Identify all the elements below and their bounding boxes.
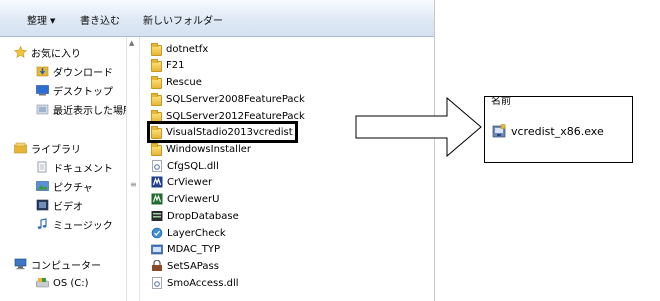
file-list: dotnetfx F21 Rescue SQLServer2008Feature… <box>139 37 434 301</box>
list-item-f21[interactable]: F21 <box>151 57 184 73</box>
command-bar: 整理 ▼ 書き込む 新しいフォルダー <box>0 0 434 37</box>
nav-libraries[interactable]: ライブラリ <box>14 140 81 156</box>
file-name: vcredist_x86.exe <box>511 124 604 138</box>
new-folder-label: 新しいフォルダー <box>143 16 223 27</box>
burn-label: 書き込む <box>80 16 120 27</box>
video-icon <box>36 199 49 211</box>
nav-libraries-label: ライブラリ <box>31 144 81 156</box>
dll-icon <box>151 277 163 289</box>
folder-icon <box>151 58 162 72</box>
list-item-rescue[interactable]: Rescue <box>151 74 202 90</box>
name-column-header[interactable]: 名前 <box>491 97 511 107</box>
downloads-folder-icon <box>36 65 49 77</box>
list-item-sqlserver2008[interactable]: SQLServer2008FeaturePack <box>151 91 305 107</box>
file-name: SmoAccess.dll <box>167 277 239 289</box>
nav-item-recent[interactable]: 最近表示した場所 <box>36 101 133 117</box>
scroll-up-icon[interactable]: ▲ <box>129 39 134 47</box>
folder-icon <box>151 142 162 156</box>
nav-item-desktop[interactable]: デスクトップ <box>36 82 113 98</box>
folder-icon <box>151 42 162 56</box>
nav-item-label: ビデオ <box>53 201 83 213</box>
file-name: Rescue <box>166 76 202 88</box>
computer-icon <box>14 258 27 270</box>
documents-icon <box>36 161 49 173</box>
crvieweru-icon <box>151 193 163 205</box>
library-icon <box>14 142 27 154</box>
list-item-dotnetfx[interactable]: dotnetfx <box>151 41 208 57</box>
grip-icon[interactable]: ≡ <box>130 180 137 189</box>
nav-item-c-drive[interactable]: OS (C:) <box>36 275 89 291</box>
nav-item-label: デスクトップ <box>53 86 113 98</box>
nav-item-label: ピクチャ <box>53 182 93 194</box>
navigation-pane: お気に入り ダウンロード デスクトップ 最近表示した場所 ライブラリ ドキュメン… <box>0 37 133 301</box>
nav-computer-label: コンピューター <box>31 260 101 272</box>
desktop-icon <box>36 84 49 96</box>
file-name: SQLServer2008FeaturePack <box>166 93 305 105</box>
chevron-down-icon: ▼ <box>50 17 56 25</box>
file-name: WindowsInstaller <box>166 143 252 155</box>
nav-item-label: ダウンロード <box>53 67 113 79</box>
dll-icon <box>151 160 163 172</box>
nav-item-label: ドキュメント <box>53 163 113 175</box>
organize-button[interactable]: 整理 ▼ <box>27 12 55 27</box>
file-name: dotnetfx <box>166 43 209 55</box>
folder-icon <box>151 75 162 89</box>
music-icon <box>36 218 49 230</box>
details-panel: 名前 vcredist_x86.exe <box>484 96 633 163</box>
highlight-box <box>147 121 298 143</box>
folder-icon <box>151 92 162 106</box>
installer-icon <box>151 243 163 255</box>
list-item-mdac-typ[interactable]: MDAC_TYP <box>151 241 220 257</box>
file-name: LayerCheck <box>167 227 226 239</box>
nav-item-pictures[interactable]: ピクチャ <box>36 178 93 194</box>
nav-item-music[interactable]: ミュージック <box>36 216 113 232</box>
list-item-setsapass[interactable]: SetSAPass <box>151 258 219 274</box>
layercheck-icon <box>151 227 163 239</box>
file-name: CrViewerU <box>167 193 220 205</box>
installer-exe-icon <box>492 124 506 138</box>
nav-item-downloads[interactable]: ダウンロード <box>36 63 113 79</box>
list-item-dropdatabase[interactable]: DropDatabase <box>151 208 239 224</box>
nav-item-documents[interactable]: ドキュメント <box>36 159 113 175</box>
pictures-icon <box>36 180 49 192</box>
drive-icon <box>36 277 49 289</box>
file-name: CfgSQL.dll <box>167 160 219 172</box>
nav-scrollbar[interactable]: ▲ ≡ <box>126 37 140 301</box>
burn-button[interactable]: 書き込む <box>80 12 120 27</box>
nav-item-label: ミュージック <box>53 220 113 232</box>
nav-item-videos[interactable]: ビデオ <box>36 197 83 213</box>
nav-favorites[interactable]: お気に入り <box>13 44 81 60</box>
star-icon <box>13 45 28 59</box>
nav-item-label: OS (C:) <box>53 277 89 289</box>
setsapass-icon <box>151 259 163 272</box>
file-name: SetSAPass <box>167 260 219 272</box>
nav-computer[interactable]: コンピューター <box>14 256 101 272</box>
crviewer-icon <box>151 176 163 188</box>
list-item-layercheck[interactable]: LayerCheck <box>151 225 226 241</box>
file-name: MDAC_TYP <box>167 243 221 255</box>
list-item-smoaccess-dll[interactable]: SmoAccess.dll <box>151 275 239 291</box>
list-item-cfgsql-dll[interactable]: CfgSQL.dll <box>151 158 219 174</box>
file-name: F21 <box>166 59 185 71</box>
nav-favorites-label: お気に入り <box>31 48 81 60</box>
recent-places-icon <box>36 103 49 115</box>
new-folder-button[interactable]: 新しいフォルダー <box>143 12 223 27</box>
list-item-vcredist[interactable]: vcredist_x86.exe <box>492 124 604 138</box>
list-item-crvieweru[interactable]: CrViewerU <box>151 191 219 207</box>
database-icon <box>151 210 163 222</box>
file-name: SQLServer2012FeaturePack <box>166 110 305 122</box>
right-arrow-icon <box>355 96 482 158</box>
organize-label: 整理 <box>27 16 47 27</box>
nav-item-label: 最近表示した場所 <box>53 105 133 117</box>
list-item-crviewer[interactable]: CrViewer <box>151 174 212 190</box>
file-name: DropDatabase <box>167 210 239 222</box>
list-item-windowsinstaller[interactable]: WindowsInstaller <box>151 141 251 157</box>
file-name: CrViewer <box>167 176 213 188</box>
